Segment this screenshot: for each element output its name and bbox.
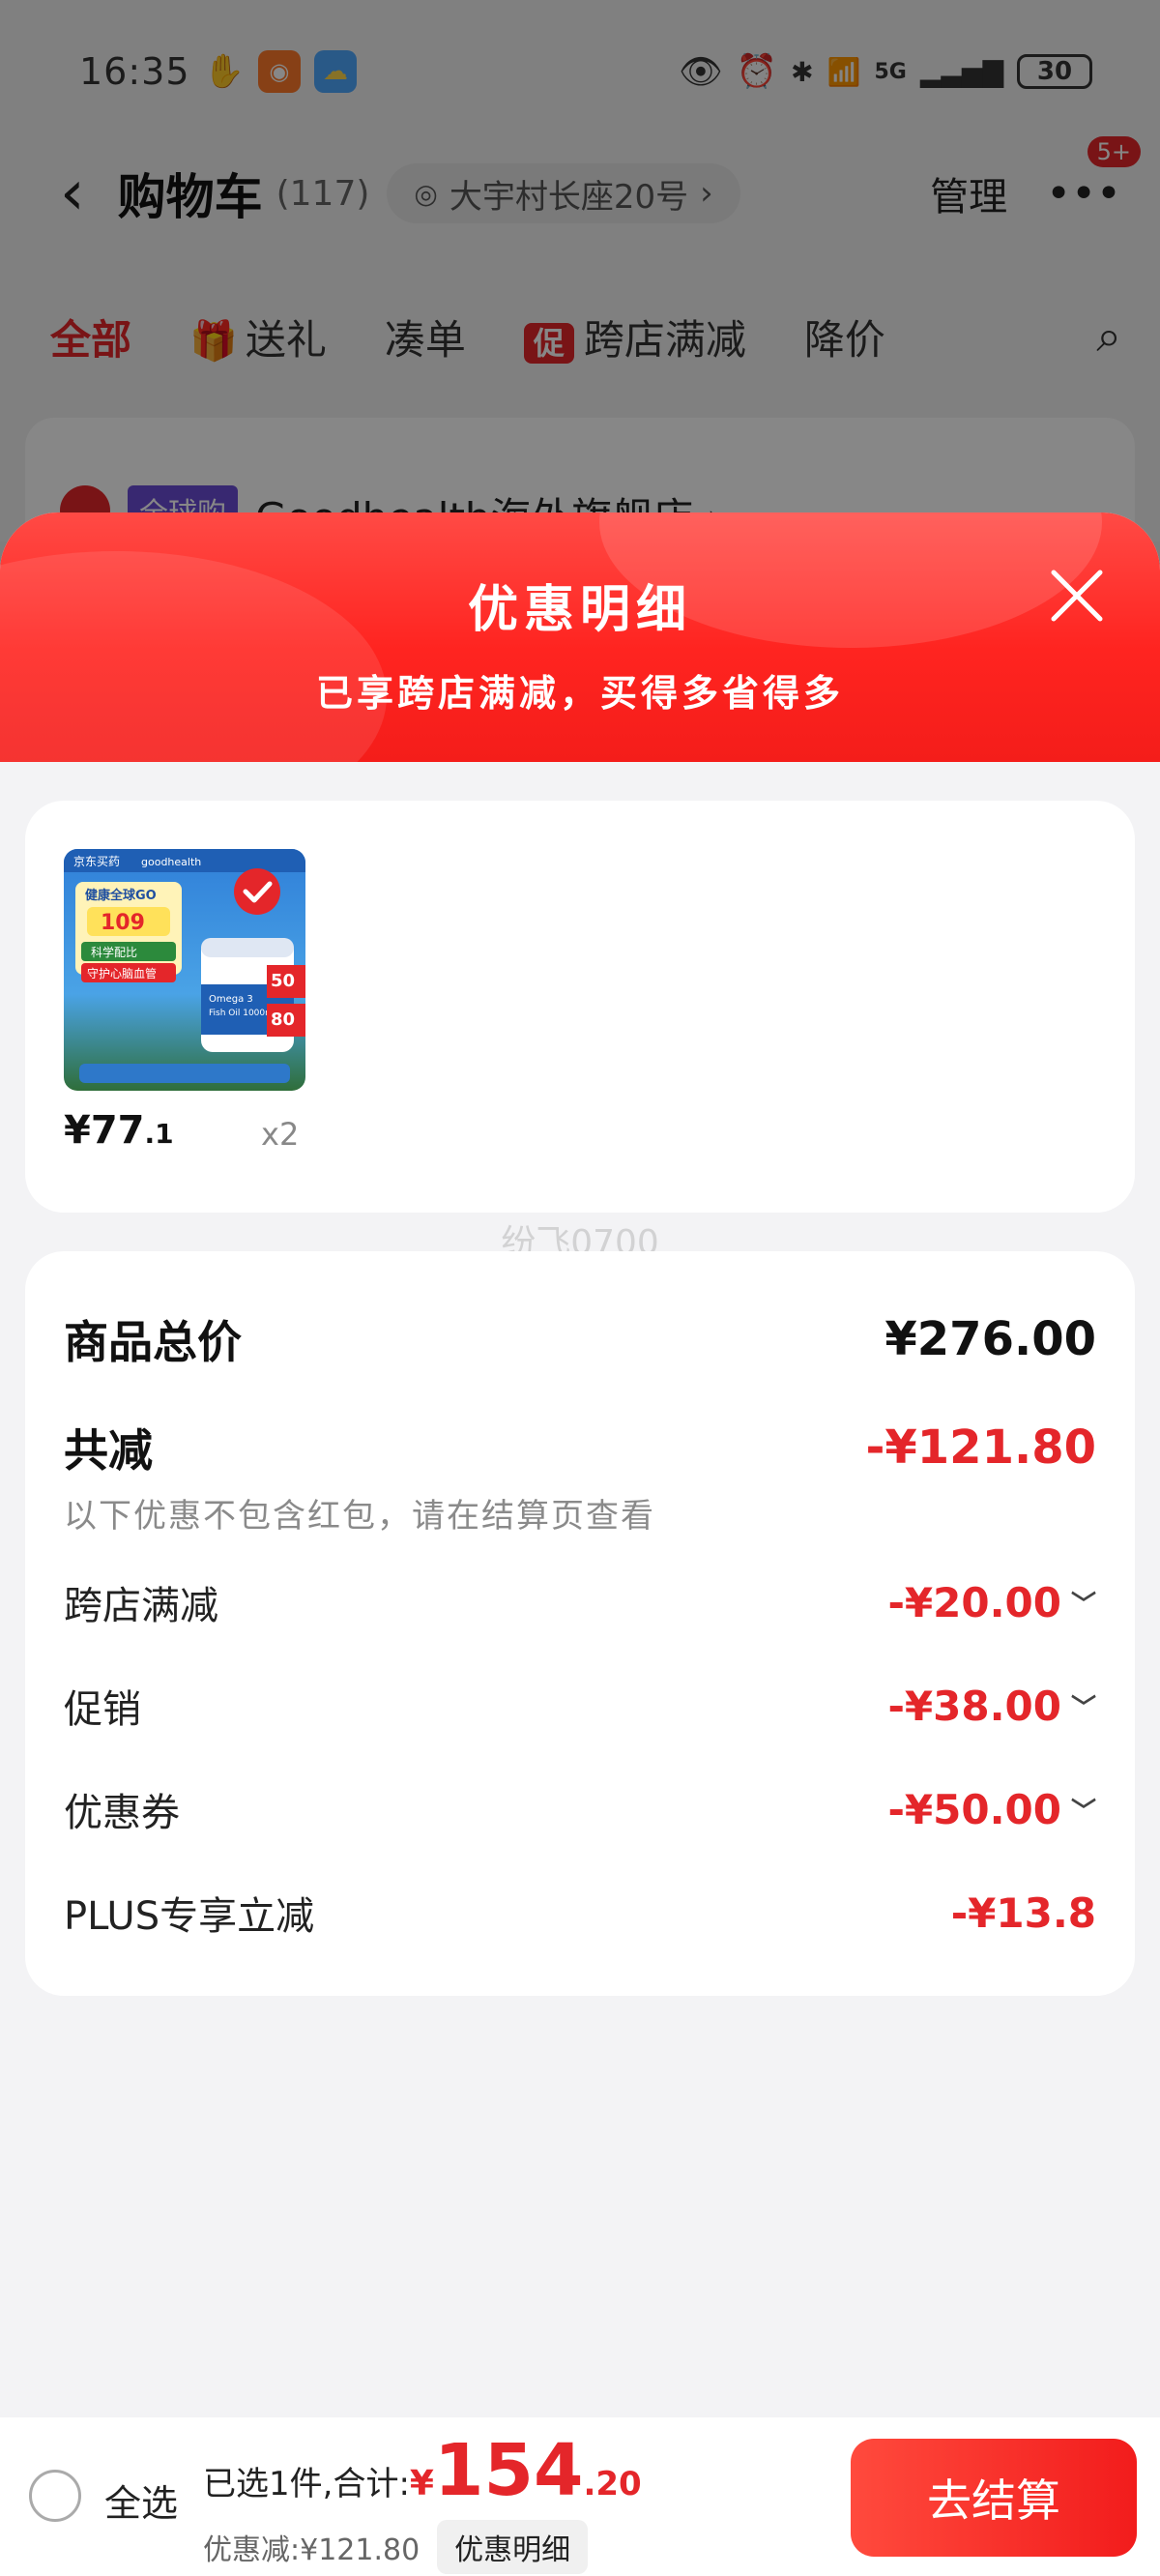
discount-value: -¥13.8 (950, 1888, 1096, 1937)
svg-text:50: 50 (271, 971, 295, 991)
discount-summary: 优惠减:¥121.80 优惠明细 (203, 2520, 589, 2574)
product-card: 京东买药 goodhealth 健康全球GO 109 科学配比 守护心脑血管 O… (25, 801, 1135, 1213)
discount-amount: 优惠减:¥121.80 (203, 2533, 420, 2567)
discount-label: 跨店满减 (64, 1584, 218, 1628)
price-summary-card: 商品总价 ¥276.00 共减 -¥121.80 以下优惠不包含红包，请在结算页… (25, 1251, 1135, 1996)
discount-row-coupon[interactable]: 优惠券 -¥50.00 ﹀ (64, 1781, 1096, 1837)
total-amount: 154 (433, 2429, 584, 2512)
chevron-down-icon: ﹀ (1070, 1693, 1096, 1723)
sheet-header: 优惠明细 已享跨店满减，买得多省得多 (0, 512, 1160, 762)
svg-text:守护心脑血管: 守护心脑血管 (87, 966, 157, 981)
close-icon[interactable] (1048, 567, 1106, 625)
discount-note: 以下优惠不包含红包，请在结算页查看 (64, 1497, 655, 1536)
total-reduction-row: 共减 -¥121.80 (64, 1416, 1096, 1479)
discount-row-cross-store[interactable]: 跨店满减 -¥20.00 ﹀ (64, 1574, 1096, 1630)
discount-label: 促销 (64, 1687, 141, 1732)
checkout-bar: 全选 已选1件,合计: ¥ 154 .20 优惠减:¥121.80 优惠明细 去… (0, 2417, 1160, 2576)
svg-text:科学配比: 科学配比 (91, 945, 137, 959)
sheet-title: 优惠明细 (467, 581, 692, 639)
product-quantity: x2 (261, 1116, 300, 1153)
discount-label: PLUS专享立减 (64, 1894, 315, 1939)
selected-count-label: 已选1件,合计: (203, 2465, 410, 2503)
subtotal-value: ¥276.00 (884, 1312, 1096, 1366)
checkout-button[interactable]: 去结算 (851, 2439, 1137, 2557)
total-summary: 已选1件,合计: ¥ 154 .20 (203, 2435, 642, 2506)
chevron-down-icon: ﹀ (1070, 1797, 1096, 1827)
discount-value: -¥50.00 (887, 1785, 1061, 1833)
discount-detail-sheet: 优惠明细 已享跨店满减，买得多省得多 京东买药 goodhealth 健康全球G… (0, 512, 1160, 2576)
total-reduction-label: 共减 (64, 1424, 153, 1477)
discount-row-promotion[interactable]: 促销 -¥38.00 ﹀ (64, 1678, 1096, 1734)
chevron-down-icon: ﹀ (1070, 1590, 1096, 1620)
discount-label: 优惠券 (64, 1791, 180, 1835)
subtotal-label: 商品总价 (64, 1316, 242, 1368)
svg-text:Omega 3: Omega 3 (209, 994, 253, 1005)
subtotal-row: 商品总价 ¥276.00 (64, 1307, 1096, 1371)
svg-text:80: 80 (271, 1010, 295, 1030)
product-image[interactable]: 京东买药 goodhealth 健康全球GO 109 科学配比 守护心脑血管 O… (64, 849, 305, 1091)
svg-text:健康全球GO: 健康全球GO (85, 888, 157, 903)
modal-overlay[interactable] (0, 0, 1160, 542)
total-reduction-value: -¥121.80 (865, 1420, 1096, 1475)
discount-detail-button[interactable]: 优惠明细 (437, 2520, 589, 2574)
svg-text:京东买药: 京东买药 (73, 855, 120, 868)
currency-symbol: ¥ (409, 2464, 434, 2503)
discount-value: -¥38.00 (887, 1682, 1061, 1730)
svg-text:109: 109 (101, 911, 145, 935)
discount-row-plus: PLUS专享立减 -¥13.8 (64, 1885, 1096, 1941)
select-all-label[interactable]: 全选 (104, 2474, 178, 2527)
sheet-subtitle: 已享跨店满减，买得多省得多 (315, 672, 844, 715)
discount-value: -¥20.00 (887, 1578, 1061, 1626)
total-amount-decimal: .20 (583, 2465, 642, 2503)
product-price: ¥77.1 (64, 1108, 174, 1153)
svg-text:goodhealth: goodhealth (141, 856, 201, 868)
select-all-checkbox[interactable] (29, 2470, 81, 2522)
